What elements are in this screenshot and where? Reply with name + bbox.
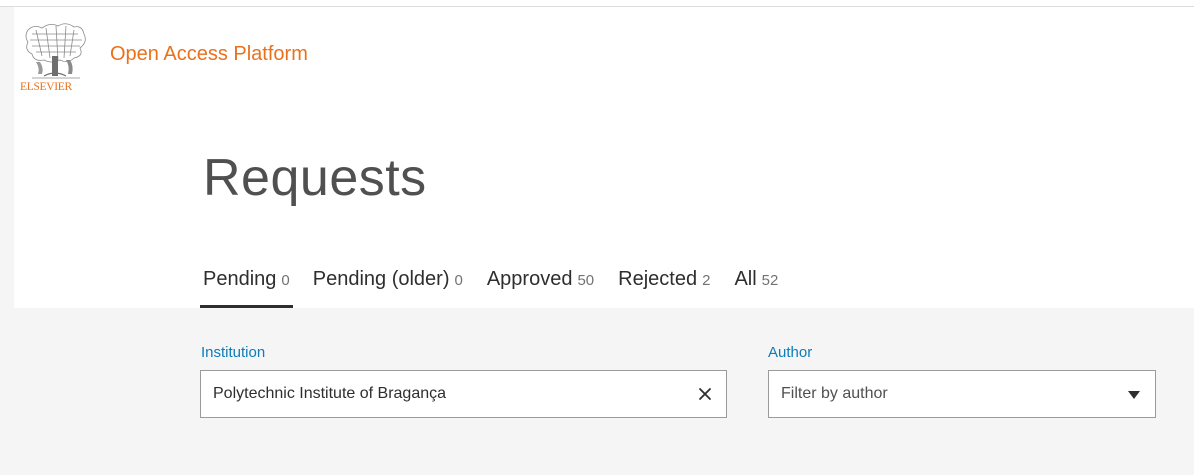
tab-approved[interactable]: Approved 50 [487,268,594,308]
page-title: Requests [203,149,427,207]
tab-count: 2 [702,272,711,289]
tree-logo-icon [25,23,86,79]
tab-label: Pending [203,268,277,290]
tab-count: 0 [281,272,290,289]
app-title[interactable]: Open Access Platform [110,43,308,66]
tab-pending[interactable]: Pending 0 [200,268,293,308]
elsevier-logo[interactable]: ELSEVIER [20,22,90,94]
caret-down-icon[interactable] [1127,390,1141,400]
institution-field[interactable]: Polytechnic Institute of Bragança [200,370,727,418]
tab-label: Rejected [618,268,698,290]
tab-label: Pending (older) [312,268,450,290]
author-label: Author [768,344,813,361]
tab-label: Approved [486,268,573,290]
author-placeholder: Filter by author [781,385,888,402]
tab-count: 50 [577,272,595,289]
tab-all[interactable]: All 52 [734,268,778,308]
author-dropdown[interactable]: Filter by author [768,370,1156,418]
institution-value: Polytechnic Institute of Bragança [213,385,447,402]
tab-label: All [734,268,757,290]
tab-count: 0 [454,272,463,289]
logo-wordmark: ELSEVIER [20,81,72,93]
institution-label: Institution [201,344,266,361]
left-gutter [0,7,14,475]
close-icon[interactable] [694,383,716,405]
top-divider [0,6,1194,7]
tab-count: 52 [761,272,779,289]
page: ELSEVIER Open Access Platform Requests P… [0,0,1194,475]
tab-pending-older[interactable]: Pending (older) 0 [313,268,463,308]
tab-rejected[interactable]: Rejected 2 [618,268,710,308]
request-status-tabs: Pending 0 Pending (older) 0 Approved 50 Rej… [200,268,802,308]
filter-panel: Institution Polytechnic Institute of Bra… [14,308,1194,475]
